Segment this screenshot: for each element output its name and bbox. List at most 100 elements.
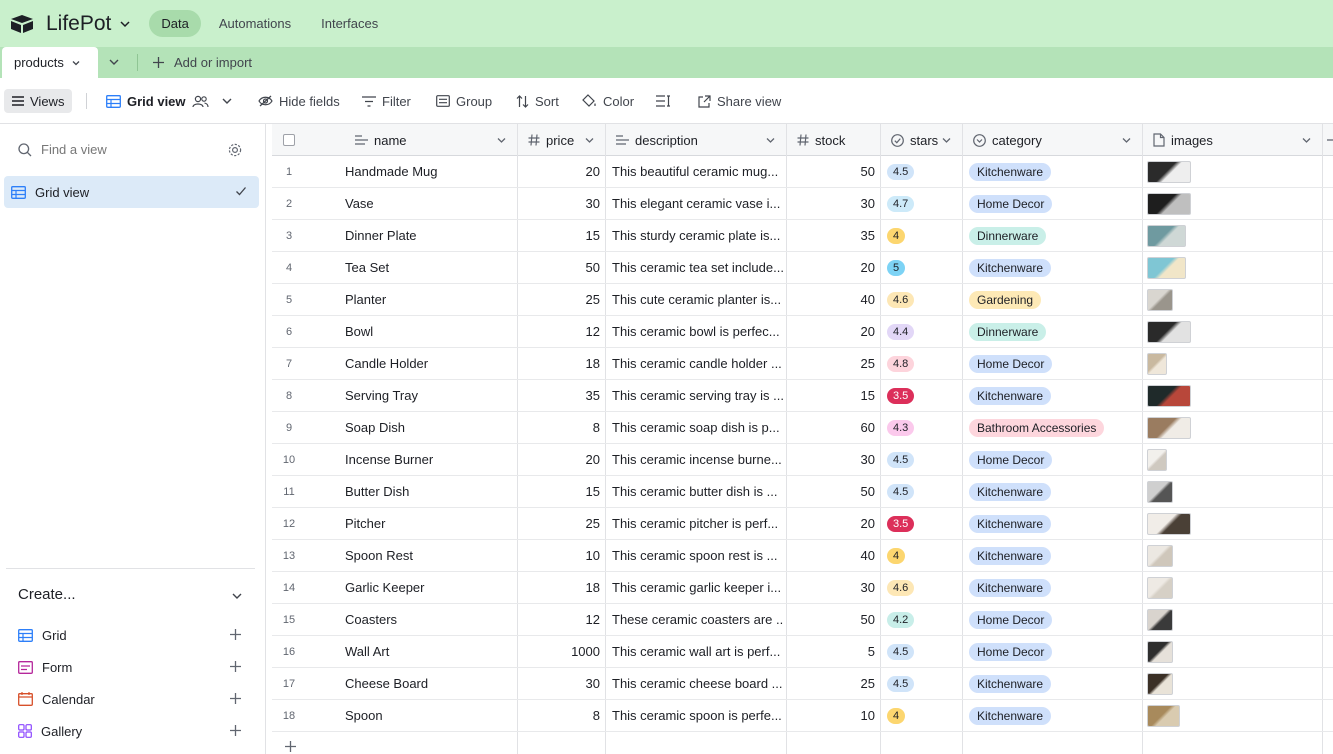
chevron-down-icon[interactable] <box>1301 135 1312 146</box>
cell-stock[interactable]: 30 <box>787 444 875 475</box>
cell-description[interactable]: This ceramic garlic keeper i... <box>612 572 784 603</box>
tables-menu-chevron-icon[interactable] <box>108 56 120 68</box>
sidebar-item-grid-view[interactable]: Grid view <box>4 176 259 208</box>
chevron-down-icon[interactable] <box>584 135 595 146</box>
cell-price[interactable]: 20 <box>518 156 600 187</box>
cell-description[interactable]: This ceramic spoon is perfe... <box>612 700 784 731</box>
cell-description[interactable]: This ceramic pitcher is perf... <box>612 508 784 539</box>
cell-price[interactable]: 15 <box>518 220 600 251</box>
cell-description[interactable]: This elegant ceramic vase i... <box>612 188 784 219</box>
table-row[interactable]: 2 Vase 30 This elegant ceramic vase i... 30 4… <box>272 188 1333 220</box>
cell-stars[interactable]: 3.5 <box>887 508 957 539</box>
cell-stars[interactable]: 4.5 <box>887 444 957 475</box>
cell-stars[interactable]: 4.8 <box>887 348 957 379</box>
cell-price[interactable]: 12 <box>518 604 600 635</box>
cell-price[interactable]: 1000 <box>518 636 600 667</box>
add-or-import-button[interactable]: Add or import <box>152 47 252 78</box>
cell-price[interactable]: 10 <box>518 540 600 571</box>
add-field-cell[interactable] <box>1323 124 1333 156</box>
create-section-title[interactable]: Create... <box>18 586 76 603</box>
cell-name[interactable]: Candle Holder <box>345 348 515 379</box>
image-thumbnail[interactable] <box>1147 320 1191 343</box>
cell-images[interactable] <box>1147 636 1267 667</box>
chevron-down-icon[interactable] <box>941 135 952 146</box>
cell-price[interactable]: 15 <box>518 476 600 507</box>
cell-stock[interactable]: 60 <box>787 412 875 443</box>
image-thumbnail[interactable] <box>1147 416 1191 439</box>
image-thumbnail[interactable] <box>1147 608 1173 631</box>
app-title[interactable]: LifePot <box>46 12 111 36</box>
filter-button[interactable]: Filter <box>362 78 411 124</box>
image-thumbnail[interactable] <box>1147 672 1173 695</box>
cell-category[interactable]: Home Decor <box>969 348 1141 379</box>
cell-images[interactable] <box>1147 348 1267 379</box>
cell-stock[interactable]: 25 <box>787 668 875 699</box>
nav-automations[interactable]: Automations <box>207 10 303 37</box>
cell-price[interactable]: 12 <box>518 316 600 347</box>
cell-images[interactable] <box>1147 444 1267 475</box>
cell-name[interactable]: Cheese Board <box>345 668 515 699</box>
cell-name[interactable]: Tea Set <box>345 252 515 283</box>
cell-price[interactable]: 35 <box>518 380 600 411</box>
cell-category[interactable]: Gardening <box>969 284 1141 315</box>
cell-price[interactable]: 30 <box>518 668 600 699</box>
cell-description[interactable]: This ceramic spoon rest is ... <box>612 540 784 571</box>
table-row[interactable]: 14 Garlic Keeper 18 This ceramic garlic kee… <box>272 572 1333 604</box>
cell-price[interactable]: 50 <box>518 252 600 283</box>
cell-stock[interactable]: 50 <box>787 604 875 635</box>
cell-category[interactable]: Home Decor <box>969 444 1141 475</box>
table-row[interactable]: 7 Candle Holder 18 This ceramic candle hold… <box>272 348 1333 380</box>
cell-stock[interactable]: 10 <box>787 700 875 731</box>
chevron-down-icon[interactable] <box>496 135 507 146</box>
cell-category[interactable]: Kitchenware <box>969 540 1141 571</box>
cell-category[interactable]: Home Decor <box>969 604 1141 635</box>
cell-stars[interactable]: 4.5 <box>887 476 957 507</box>
cell-category[interactable]: Kitchenware <box>969 668 1141 699</box>
base-logo-icon[interactable] <box>10 14 34 34</box>
cell-stars[interactable]: 4.7 <box>887 188 957 219</box>
create-gallery-item[interactable]: Gallery <box>18 715 248 747</box>
cell-stock[interactable]: 5 <box>787 636 875 667</box>
column-header-stars[interactable]: stars <box>881 124 963 156</box>
cell-price[interactable]: 18 <box>518 348 600 379</box>
cell-stock[interactable]: 20 <box>787 508 875 539</box>
color-button[interactable]: Color <box>582 78 634 124</box>
chevron-down-icon[interactable] <box>1121 135 1132 146</box>
image-thumbnail[interactable] <box>1147 224 1186 247</box>
cell-description[interactable]: This ceramic bowl is perfec... <box>612 316 784 347</box>
cell-stars[interactable]: 4 <box>887 220 957 251</box>
table-row[interactable]: 18 Spoon 8 This ceramic spoon is perfe... 10… <box>272 700 1333 732</box>
create-grid-item[interactable]: Grid <box>18 619 248 651</box>
cell-price[interactable]: 8 <box>518 700 600 731</box>
cell-category[interactable]: Home Decor <box>969 188 1141 219</box>
image-thumbnail[interactable] <box>1147 256 1186 279</box>
cell-price[interactable]: 25 <box>518 284 600 315</box>
cell-description[interactable]: This beautiful ceramic mug... <box>612 156 784 187</box>
cell-name[interactable]: Planter <box>345 284 515 315</box>
cell-stars[interactable]: 4.6 <box>887 284 957 315</box>
cell-description[interactable]: This sturdy ceramic plate is... <box>612 220 784 251</box>
cell-stars[interactable]: 3.5 <box>887 380 957 411</box>
table-row[interactable]: 10 Incense Burner 20 This ceramic incense b… <box>272 444 1333 476</box>
table-row[interactable]: 8 Serving Tray 35 This ceramic serving tray… <box>272 380 1333 412</box>
cell-images[interactable] <box>1147 700 1267 731</box>
cell-images[interactable] <box>1147 284 1267 315</box>
cell-stars[interactable]: 4.5 <box>887 156 957 187</box>
cell-stars[interactable]: 4.5 <box>887 636 957 667</box>
cell-images[interactable] <box>1147 220 1267 251</box>
cell-price[interactable]: 25 <box>518 508 600 539</box>
column-header-description[interactable]: description <box>606 124 787 156</box>
cell-stock[interactable]: 50 <box>787 156 875 187</box>
chevron-down-icon[interactable] <box>71 58 81 68</box>
plus-icon[interactable] <box>229 660 242 673</box>
cell-name[interactable]: Coasters <box>345 604 515 635</box>
column-header-category[interactable]: category <box>963 124 1143 156</box>
cell-name[interactable]: Wall Art <box>345 636 515 667</box>
cell-stock[interactable]: 20 <box>787 252 875 283</box>
cell-name[interactable]: Bowl <box>345 316 515 347</box>
cell-category[interactable]: Kitchenware <box>969 700 1141 731</box>
cell-description[interactable]: This ceramic butter dish is ... <box>612 476 784 507</box>
cell-stars[interactable]: 4 <box>887 540 957 571</box>
app-chevron-down-icon[interactable] <box>119 18 131 30</box>
table-row[interactable]: 6 Bowl 12 This ceramic bowl is perfec... 20 4… <box>272 316 1333 348</box>
